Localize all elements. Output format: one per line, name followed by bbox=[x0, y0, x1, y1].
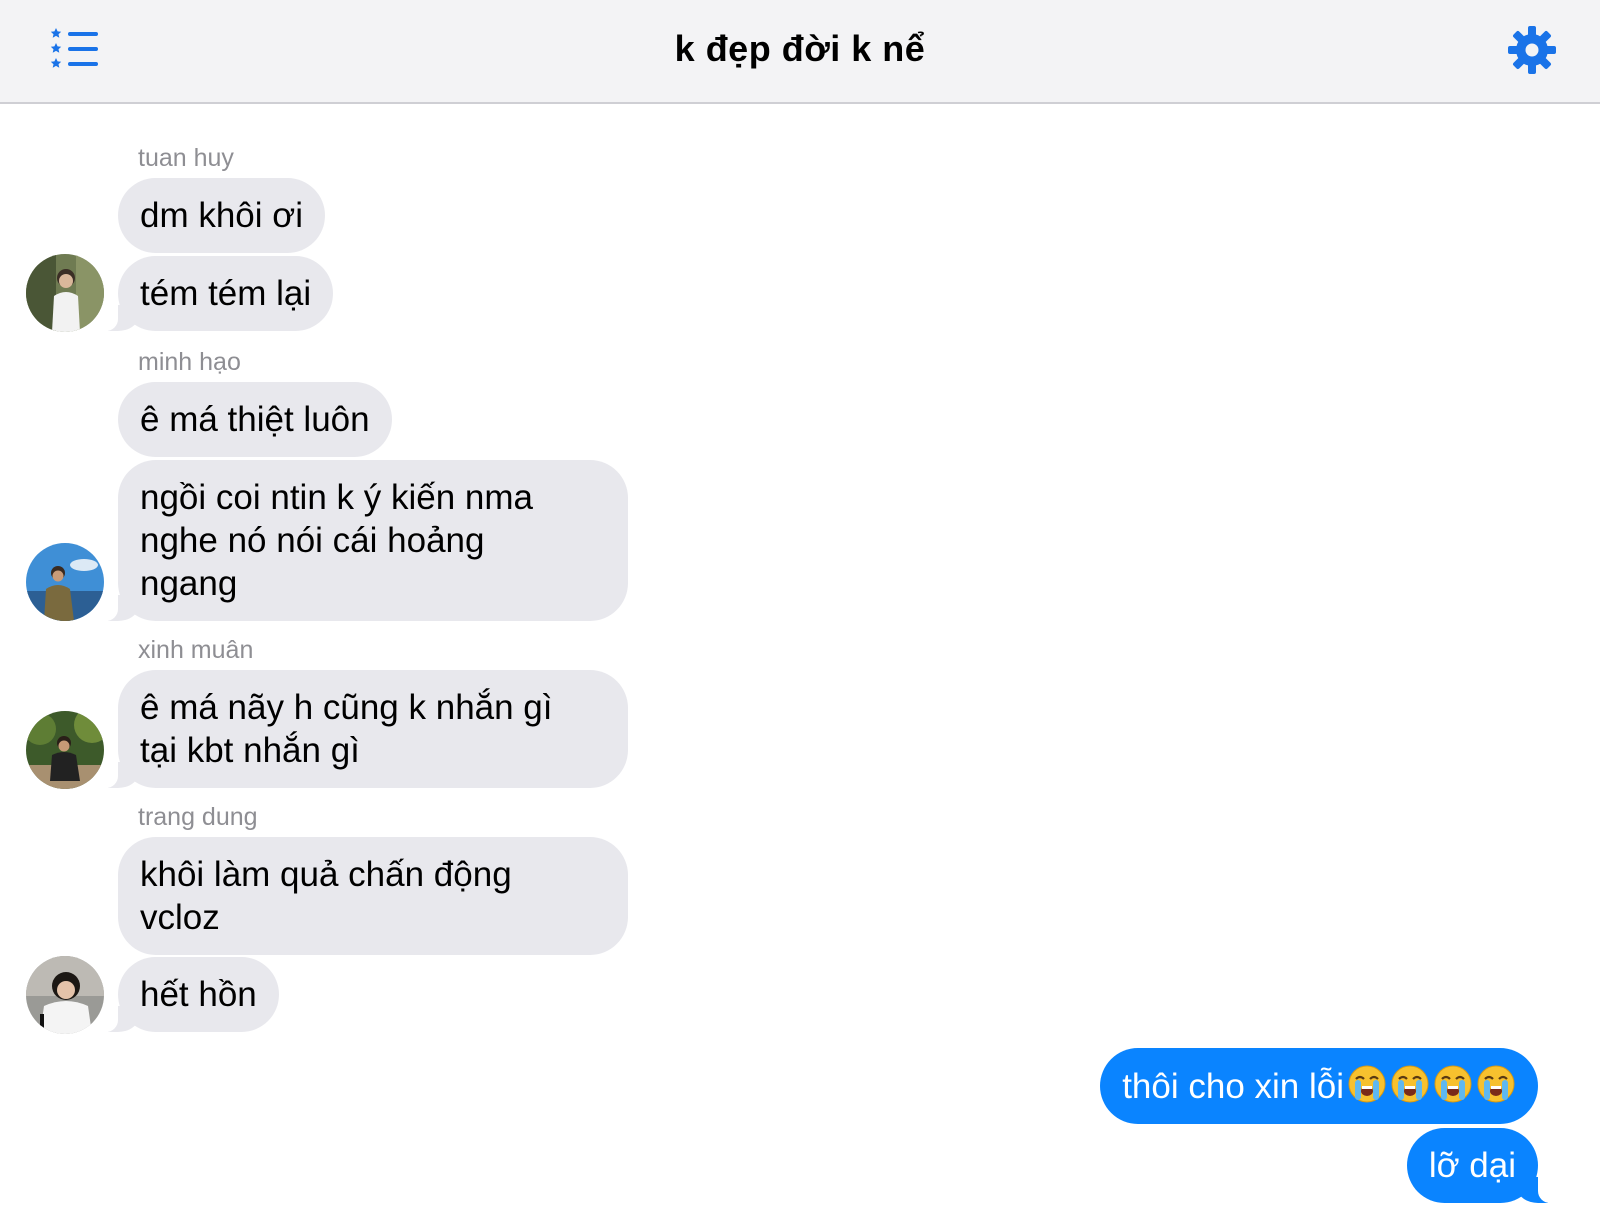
sender-name: xinh muân bbox=[138, 636, 254, 664]
sender-name: minh hạo bbox=[138, 348, 241, 376]
sender-name: tuan huy bbox=[138, 144, 234, 172]
message-bubble[interactable]: dm khôi ơi bbox=[118, 178, 326, 253]
avatar[interactable] bbox=[26, 956, 104, 1034]
message-bubble[interactable]: hết hồn bbox=[96, 957, 279, 1032]
loudly-crying-face-icon bbox=[1348, 1065, 1386, 1103]
loudly-crying-face-icon bbox=[1434, 1065, 1472, 1103]
outgoing-message-bubble[interactable]: lỡ dại bbox=[1406, 1128, 1561, 1203]
loudly-crying-face-icon bbox=[1477, 1065, 1515, 1103]
loudly-crying-face-icon bbox=[1391, 1065, 1429, 1103]
message-bubble[interactable]: ê má thiệt luôn bbox=[118, 382, 392, 457]
sender-name: trang dung bbox=[138, 803, 258, 831]
message-bubble[interactable]: tém tém lại bbox=[95, 256, 334, 331]
loudly-crying-face-icon bbox=[1344, 1065, 1516, 1106]
message-text: thôi cho xin lỗi bbox=[1122, 1067, 1344, 1106]
message-bubble[interactable]: ngồi coi ntin k ý kiến nma nghe nó nói c… bbox=[96, 460, 628, 621]
avatar[interactable] bbox=[26, 543, 104, 621]
avatar[interactable] bbox=[26, 254, 104, 332]
avatar[interactable] bbox=[26, 711, 104, 789]
conversation-title: k đẹp đời k nể bbox=[674, 28, 926, 69]
message-bubble[interactable]: ê má nãy h cũng k nhắn gì tại kbt nhắn g… bbox=[96, 670, 628, 788]
gear-icon[interactable] bbox=[1506, 24, 1558, 76]
message-bubble[interactable]: khôi làm quả chấn động vcloz bbox=[118, 837, 628, 955]
outgoing-message-bubble[interactable]: thôi cho xin lỗi bbox=[1100, 1048, 1538, 1124]
nav-bar: k đẹp đời k nể bbox=[0, 0, 1600, 104]
